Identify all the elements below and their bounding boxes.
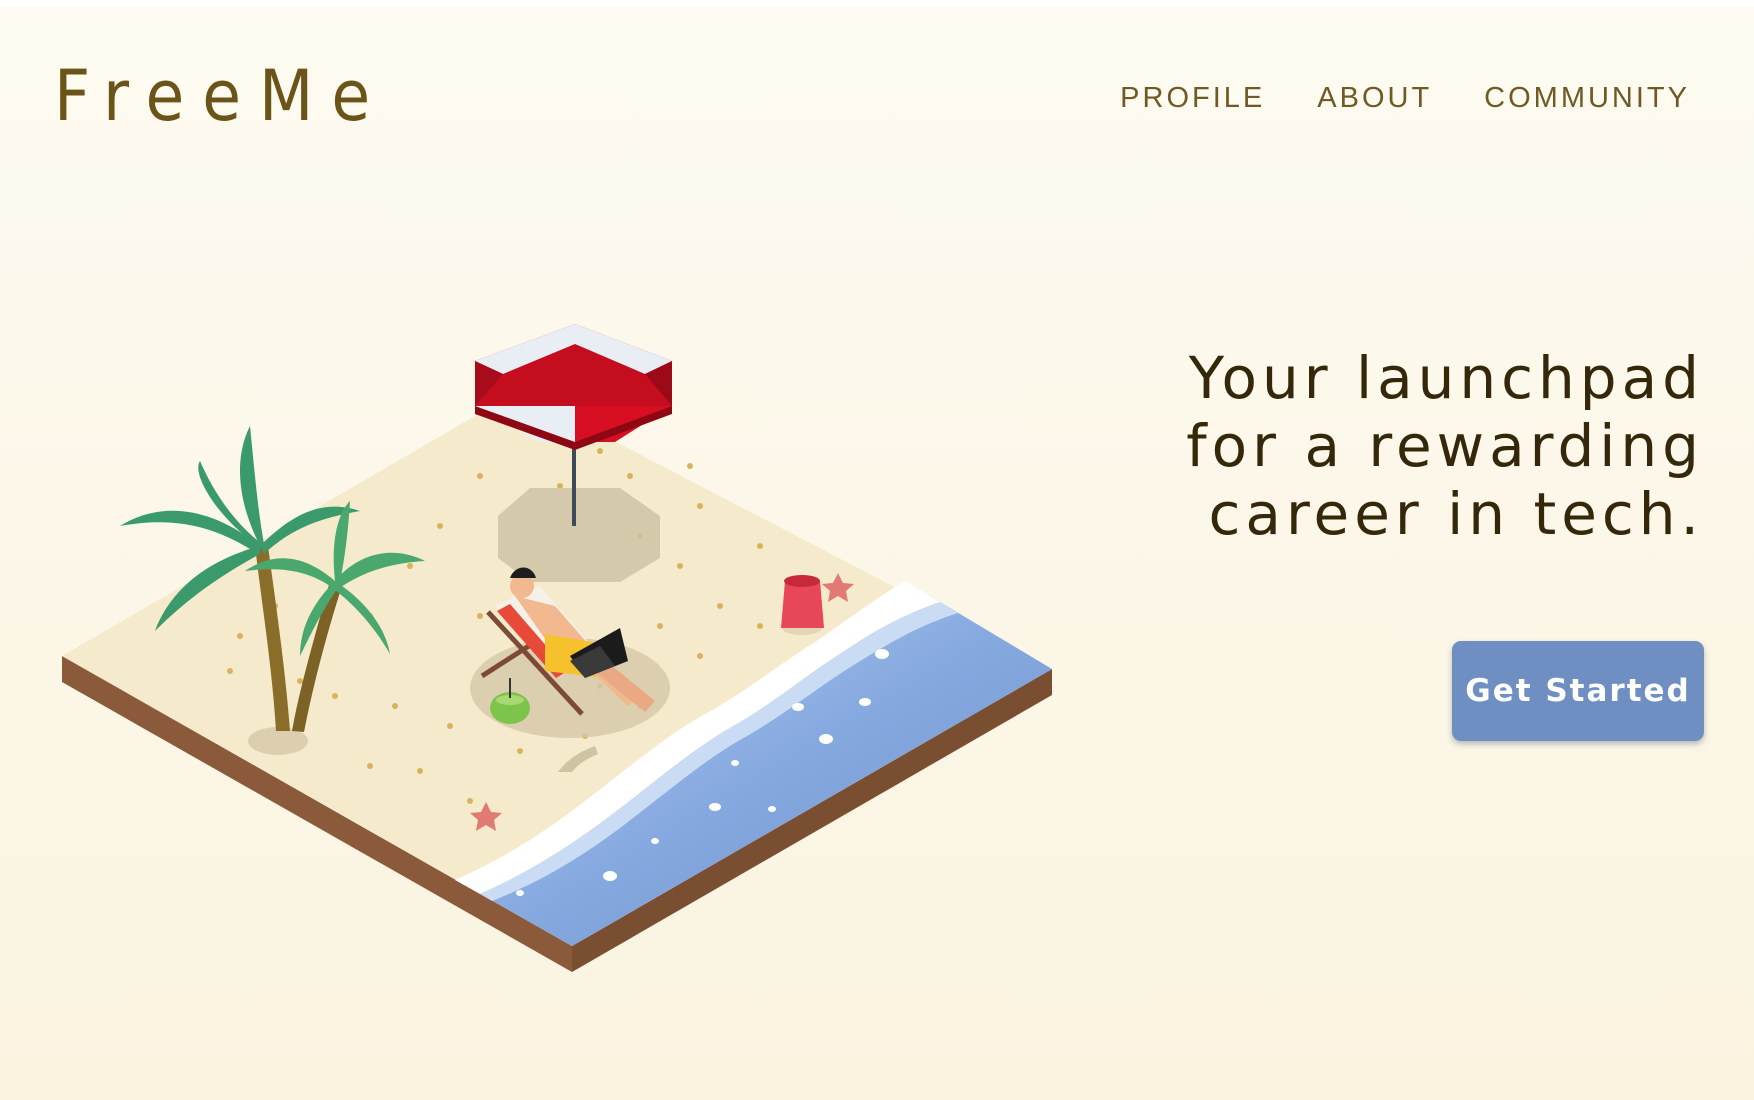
nav-link-profile[interactable]: PROFILE <box>1120 78 1265 118</box>
top-nav: PROFILE ABOUT COMMUNITY <box>1120 78 1690 118</box>
beach-illustration <box>62 324 1052 972</box>
headline-line-1: Your launchpad <box>1188 344 1704 412</box>
bucket-illustration <box>781 575 824 635</box>
hero-headline: Your launchpad for a rewarding career in… <box>1186 344 1704 548</box>
get-started-button[interactable]: Get Started <box>1452 641 1704 741</box>
headline-line-2: for a rewarding <box>1186 412 1704 480</box>
nav-link-community[interactable]: COMMUNITY <box>1484 78 1690 118</box>
headline-line-3: career in tech. <box>1208 480 1704 548</box>
landing-page: FreeMe PROFILE ABOUT COMMUNITY Your laun… <box>0 6 1754 1100</box>
nav-link-about[interactable]: ABOUT <box>1317 78 1432 118</box>
